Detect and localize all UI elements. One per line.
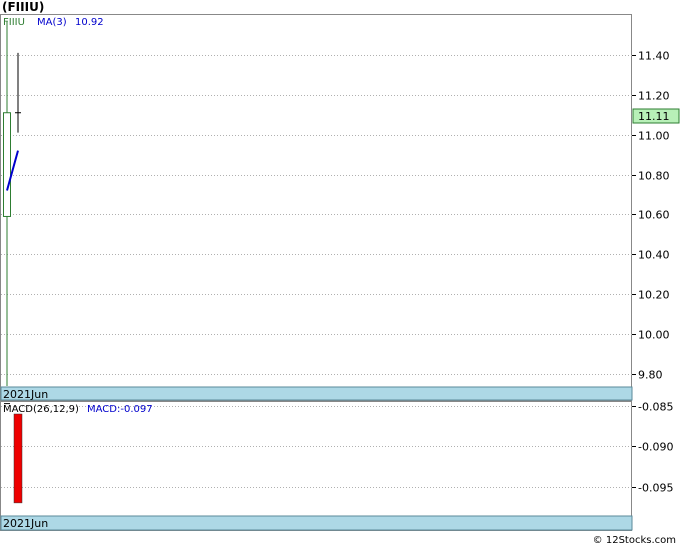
last-price-label: 11.11 [638,110,670,123]
macd-label: MACD(26,12,9) [3,404,79,415]
macd-date-label: 2021Jun [3,517,48,530]
price-tick-label: 11.40 [638,50,670,63]
macd-tick-label: -0.090 [638,441,673,454]
stock-chart: 9.80 10.00 10.20 10.40 10.60 10.80 11.00 11.20 1… [0,14,680,531]
ticker-label: FIIIU [3,17,25,28]
price-tick-label: 10.60 [638,209,670,222]
watermark: © 12Stocks.com [592,535,676,546]
macd-bar [13,413,23,504]
price-date-bar [0,386,633,401]
price-tick-label: 10.80 [638,170,670,183]
price-date-label: 2021Jun [3,388,48,401]
price-tick-label: 11.20 [638,90,670,103]
price-tick-label: 10.00 [638,329,670,342]
macd-tick-label: -0.085 [638,401,673,414]
ma-value: 10.92 [75,17,104,28]
macd-tick-label: -0.095 [638,482,673,495]
macd-axis: -0.085 -0.090 -0.095 [632,401,673,495]
price-tick-label: 10.40 [638,249,670,262]
price-panel [0,14,632,401]
macd-date-bar [0,515,633,531]
macd-panel [0,401,632,531]
price-axis: 9.80 10.00 10.20 10.40 10.60 10.80 11.00 11.20 1… [632,50,670,382]
ma-label: MA(3) [37,17,67,28]
macd-value-text: MACD:-0.097 [87,404,153,415]
price-tick-label: 10.20 [638,289,670,302]
candle-body [3,112,11,217]
price-tick-label: 9.80 [638,369,663,382]
price-tick-label: 11.00 [638,130,670,143]
